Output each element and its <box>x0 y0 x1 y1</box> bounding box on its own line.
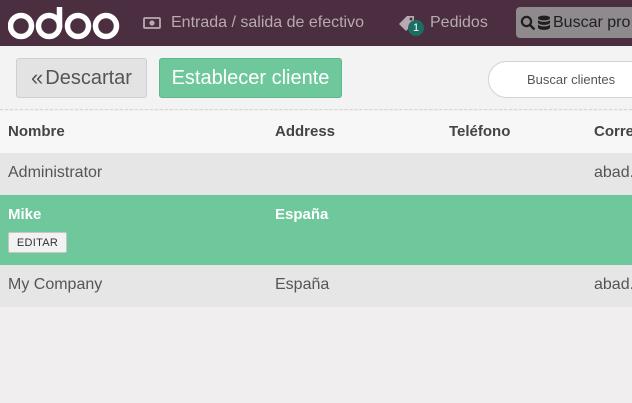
table-row-selected[interactable]: Mike España EDITAR <box>0 195 632 265</box>
customer-address: España <box>275 206 329 223</box>
double-chevron-left-icon: « <box>31 65 44 90</box>
table-row[interactable]: Administrator abad. <box>0 153 632 195</box>
money-icon <box>143 16 161 30</box>
orders-label: Pedidos <box>430 14 488 31</box>
set-customer-button[interactable]: Establecer cliente <box>159 58 342 98</box>
header-name: Nombre <box>8 123 65 140</box>
cash-in-out-label: Entrada / salida de efectivo <box>171 14 365 31</box>
customer-search-input[interactable] <box>488 61 632 98</box>
customer-table-header: Nombre Address Teléfono Corre <box>0 111 632 153</box>
customer-name: My Company <box>8 276 103 293</box>
product-search-input[interactable]: Buscar pro <box>516 7 632 38</box>
edit-label: EDITAR <box>16 236 59 249</box>
customer-name: Administrator <box>8 164 103 181</box>
cash-in-out-button[interactable]: Entrada / salida de efectivo <box>143 0 364 46</box>
header-address: Address <box>275 123 336 140</box>
orders-count-badge: 1 <box>408 20 424 36</box>
discard-button[interactable]: « Descartar <box>16 58 147 98</box>
odoo-logo <box>8 4 120 42</box>
table-row[interactable]: My Company España abad. <box>0 265 632 307</box>
search-icon <box>520 15 536 31</box>
customer-name: Mike <box>8 206 42 223</box>
customer-email: abad. <box>594 276 632 293</box>
product-search-placeholder: Buscar pro <box>553 13 631 31</box>
header-email: Corre <box>594 123 632 140</box>
orders-button[interactable]: 1 Pedidos <box>396 0 488 46</box>
empty-list-area <box>0 307 632 403</box>
customer-control-bar: « Descartar Establecer cliente <box>0 46 632 110</box>
edit-customer-button[interactable]: EDITAR <box>8 232 67 253</box>
customer-email: abad. <box>594 164 632 181</box>
tag-icon: 1 <box>396 12 424 36</box>
customer-address: España <box>275 276 330 293</box>
database-icon <box>537 15 551 31</box>
set-customer-label: Establecer cliente <box>171 66 330 89</box>
header-phone: Teléfono <box>449 123 511 140</box>
top-navbar: Entrada / salida de efectivo 1 Pedidos B… <box>0 0 632 46</box>
discard-label: Descartar <box>45 66 132 89</box>
